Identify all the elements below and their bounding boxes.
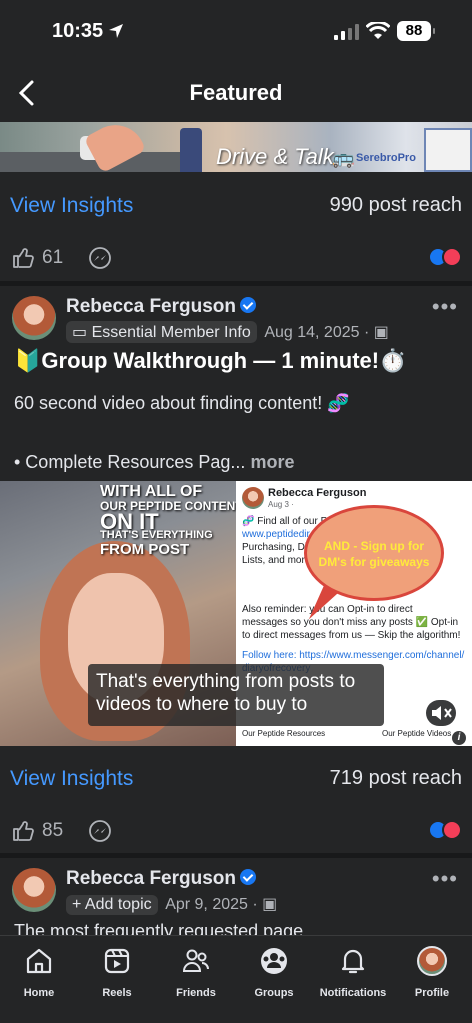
post-text-truncated: • Complete Resources Pag... <box>14 452 246 472</box>
mute-icon[interactable] <box>426 700 456 726</box>
members-icon: ▣ <box>373 324 389 341</box>
bottle-image <box>180 128 202 172</box>
battery-icon: 88 <box>397 21 435 41</box>
thumbs-up-icon[interactable] <box>12 819 36 843</box>
video-overlay-text: FROM POST <box>100 541 190 558</box>
topic-chip[interactable]: ▭ Essential Member Info <box>66 321 257 343</box>
post-reach: 719 post reach <box>329 767 462 789</box>
screenshot-text: to direct messages from us — Skip the al… <box>242 630 461 641</box>
post-divider <box>0 281 472 286</box>
bottom-nav: Home Reels Friends Groups Notifications … <box>0 935 472 1023</box>
video-overlay-text: THAT'S EVERYTHING <box>100 529 213 541</box>
messenger-icon[interactable] <box>88 246 112 270</box>
page-title: Featured <box>189 80 283 105</box>
view-insights-link[interactable]: View Insights <box>10 194 133 218</box>
reaction-row: 85 <box>0 817 472 847</box>
insights-row: View Insights 719 post reach <box>0 767 472 797</box>
screenshot-text: Lists, and more <box>242 555 311 566</box>
nav-profile[interactable]: Profile <box>385 946 472 999</box>
post-text-line: 60 second video about finding content! 🧬 <box>14 393 350 413</box>
screenshot-link: Follow here: https://www.messenger.com/c… <box>242 650 465 661</box>
home-icon <box>26 948 52 974</box>
heart-reaction-icon <box>442 820 462 840</box>
like-count: 61 <box>42 247 64 268</box>
info-icon[interactable]: i <box>452 731 466 745</box>
screenshot-text: Our Peptide Videos <box>382 729 452 738</box>
post-date[interactable]: Apr 9, 2025 · <box>165 896 258 913</box>
screenshot-link: www.peptidedir <box>242 529 310 540</box>
post-divider <box>0 853 472 858</box>
post-date[interactable]: Aug 14, 2025 · <box>264 324 369 341</box>
status-time: 10:35 <box>52 20 104 42</box>
signal-icon <box>334 24 359 40</box>
reels-icon <box>104 948 130 974</box>
avatar[interactable] <box>12 868 56 912</box>
thumbs-up-icon[interactable] <box>12 246 36 270</box>
product-label: SerebroPro <box>356 152 416 164</box>
supplement-facts-image <box>424 128 472 172</box>
friends-icon <box>182 949 209 972</box>
reaction-summary[interactable] <box>428 247 462 267</box>
topic-icon: ▭ <box>72 324 92 341</box>
groups-icon <box>261 948 287 974</box>
reaction-row: 61 <box>0 244 472 274</box>
speech-bubble-text: AND - Sign up for DM's for giveaways <box>318 539 430 569</box>
profile-avatar <box>417 946 447 976</box>
post-author[interactable]: Rebecca Ferguson <box>66 868 256 890</box>
more-dots-icon[interactable]: ••• <box>432 294 458 320</box>
heart-reaction-icon <box>442 247 462 267</box>
header: Featured <box>0 62 472 122</box>
status-bar: 10:35 88 <box>0 0 472 62</box>
screenshot-text: messages so you don't miss any posts ✅ O… <box>242 617 459 628</box>
author-name[interactable]: Rebecca Ferguson <box>66 868 236 889</box>
reaction-summary[interactable] <box>428 820 462 840</box>
avatar[interactable] <box>12 296 56 340</box>
wifi-icon <box>366 22 390 39</box>
author-name[interactable]: Rebecca Ferguson <box>66 296 236 317</box>
post-title: 🔰Group Walkthrough — 1 minute!⏱️ <box>14 348 407 373</box>
screenshot-date: Aug 3 · <box>268 500 294 509</box>
topic-label: Essential Member Info <box>91 324 251 341</box>
verified-badge-icon <box>240 869 256 885</box>
screenshot-author: Rebecca Ferguson <box>268 487 367 499</box>
post-meta: + Add topic Apr 9, 2025 · ▣ <box>66 894 277 915</box>
see-more-link[interactable]: more <box>250 452 294 472</box>
like-count: 85 <box>42 820 64 841</box>
location-arrow-icon <box>109 24 123 38</box>
screenshot-text: Our Peptide Resources <box>242 729 326 738</box>
screenshot-text: Purchasing, Dir <box>242 542 311 553</box>
messenger-icon[interactable] <box>88 819 112 843</box>
post-meta: ▭ Essential Member Info Aug 14, 2025 · ▣ <box>66 321 389 343</box>
view-insights-link[interactable]: View Insights <box>10 767 133 791</box>
bus-icon: 🚌 <box>332 148 355 168</box>
video-caption: That's everything from posts to videos t… <box>88 664 384 726</box>
bell-icon <box>341 949 365 974</box>
post-reach: 990 post reach <box>329 194 462 216</box>
more-dots-icon[interactable]: ••• <box>432 866 458 892</box>
verified-badge-icon <box>240 297 256 313</box>
post-author[interactable]: Rebecca Ferguson <box>66 296 256 318</box>
post-text-line: • Complete Resources Pag... more <box>14 452 294 473</box>
insights-row: View Insights 990 post reach <box>0 194 472 224</box>
add-topic-button[interactable]: + Add topic <box>66 895 158 915</box>
post-image-strip[interactable]: Drive & Talk 🚌 SerebroPro <box>0 122 472 172</box>
nav-label: Profile <box>414 987 450 999</box>
avatar <box>242 487 264 509</box>
members-icon: ▣ <box>262 896 278 913</box>
banner-overlay-text: Drive & Talk <box>216 144 334 169</box>
